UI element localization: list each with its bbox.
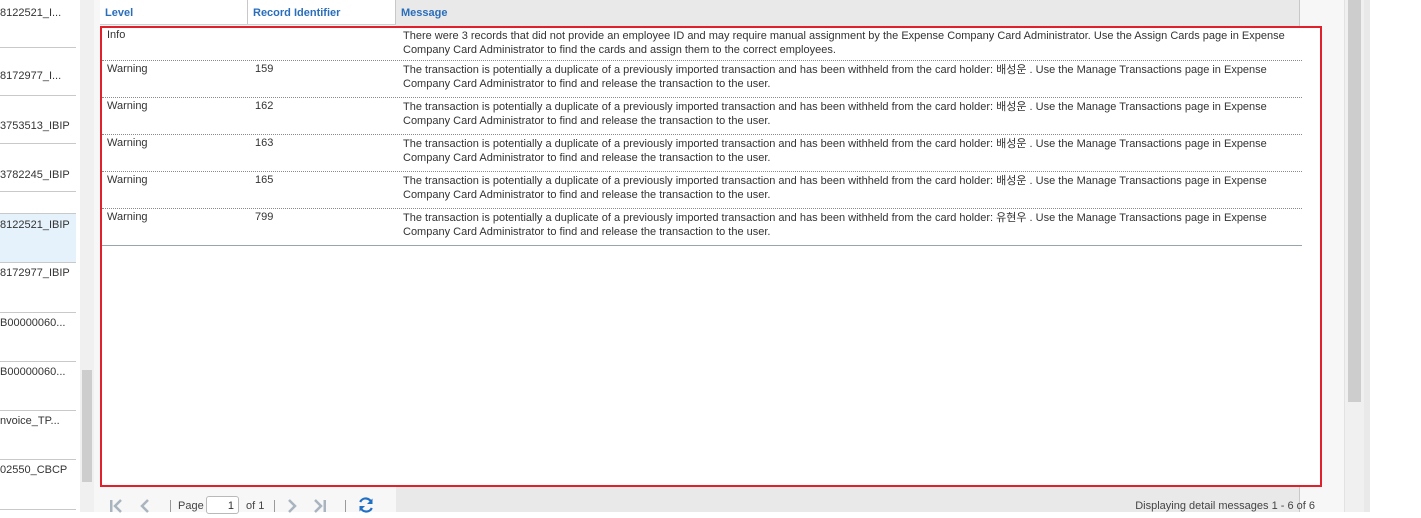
message-cell: The transaction is potentially a duplica… bbox=[403, 175, 1267, 201]
message-cell: The transaction is potentially a duplica… bbox=[403, 212, 1267, 238]
column-header-record-identifier[interactable]: Record Identifier bbox=[248, 0, 396, 24]
level-cell: Warning bbox=[107, 100, 148, 112]
file-list-item[interactable]: B00000060... bbox=[0, 313, 76, 362]
detail-messages-table: Info There were 3 records that did not p… bbox=[100, 26, 1322, 487]
column-header-label: Message bbox=[401, 7, 448, 19]
record-id-cell: 159 bbox=[255, 63, 274, 75]
page-of-label: of 1 bbox=[246, 500, 265, 512]
table-row[interactable]: Warning 799 The transaction is potential… bbox=[102, 209, 1302, 246]
file-list-item[interactable]: 8122521_I... bbox=[0, 0, 76, 48]
message-cell: There were 3 records that did not provid… bbox=[403, 30, 1285, 56]
toolbar-separator bbox=[345, 500, 346, 512]
refresh-icon[interactable] bbox=[357, 496, 375, 514]
file-list-item-label: 3782245_IBIP bbox=[0, 169, 70, 181]
record-id-cell: 162 bbox=[255, 100, 274, 112]
file-list-item[interactable]: nvoice_TP... bbox=[0, 411, 76, 460]
column-header-label: Record Identifier bbox=[253, 7, 341, 19]
file-list-item[interactable]: 8172977_IBIP bbox=[0, 263, 76, 313]
file-list-item-label: 3753513_IBIP bbox=[0, 120, 70, 132]
grid-header: Level Record Identifier Message bbox=[100, 0, 1300, 512]
page-number-input[interactable] bbox=[206, 496, 239, 514]
level-cell: Warning bbox=[107, 137, 148, 149]
file-list-scrollbar-thumb[interactable] bbox=[82, 370, 92, 482]
message-cell: The transaction is potentially a duplica… bbox=[403, 101, 1267, 127]
level-cell: Warning bbox=[107, 174, 148, 186]
level-cell: Warning bbox=[107, 63, 148, 75]
column-header-level[interactable]: Level bbox=[100, 0, 248, 24]
record-id-cell: 799 bbox=[255, 211, 274, 223]
file-list-item[interactable]: 02550_CBCP bbox=[0, 460, 76, 510]
toolbar-separator bbox=[170, 500, 171, 512]
table-row[interactable]: Warning 159 The transaction is potential… bbox=[102, 61, 1302, 98]
file-list-item[interactable]: 8172977_I... bbox=[0, 48, 76, 96]
table-row[interactable]: Info There were 3 records that did not p… bbox=[102, 28, 1302, 61]
prev-page-icon[interactable] bbox=[138, 498, 152, 518]
file-list-item-label: B00000060... bbox=[0, 317, 66, 329]
file-list: 8122521_I... 8172977_I... 3753513_IBIP 3… bbox=[0, 0, 76, 512]
file-list-item[interactable]: B00000060... bbox=[0, 362, 76, 411]
record-id-cell: 163 bbox=[255, 137, 274, 149]
file-list-item-label: 8172977_IBIP bbox=[0, 267, 70, 279]
paging-toolbar: Page of 1 Displaying detail messages 1 -… bbox=[100, 490, 1322, 514]
record-id-cell: 165 bbox=[255, 174, 274, 186]
message-cell: The transaction is potentially a duplica… bbox=[403, 138, 1267, 164]
file-list-item-label: 8122521_I... bbox=[0, 7, 62, 19]
next-page-icon[interactable] bbox=[285, 498, 299, 518]
panel-scrollbar-thumb[interactable] bbox=[1348, 0, 1361, 402]
table-row[interactable]: Warning 163 The transaction is potential… bbox=[102, 135, 1302, 172]
table-row[interactable]: Warning 165 The transaction is potential… bbox=[102, 172, 1302, 209]
column-header-label: Level bbox=[105, 7, 134, 19]
first-page-icon[interactable] bbox=[108, 498, 126, 518]
level-cell: Info bbox=[107, 29, 126, 41]
file-list-item[interactable]: 3753513_IBIP bbox=[0, 96, 76, 144]
file-list-item-label: 02550_CBCP bbox=[0, 464, 68, 476]
file-list-item-label: 8172977_I... bbox=[0, 70, 62, 82]
message-cell: The transaction is potentially a duplica… bbox=[403, 64, 1267, 90]
table-row[interactable]: Warning 162 The transaction is potential… bbox=[102, 98, 1302, 135]
display-info: Displaying detail messages 1 - 6 of 6 bbox=[1135, 500, 1315, 512]
page-label: Page bbox=[178, 500, 204, 512]
toolbar-separator bbox=[274, 500, 275, 512]
level-cell: Warning bbox=[107, 211, 148, 223]
file-list-item-selected[interactable]: 8122521_IBIP bbox=[0, 213, 76, 263]
file-list-item-label: 8122521_IBIP bbox=[0, 219, 70, 231]
last-page-icon[interactable] bbox=[310, 498, 328, 518]
file-list-item-label: B00000060... bbox=[0, 366, 66, 378]
window-edge bbox=[1364, 0, 1370, 512]
file-list-item[interactable]: 3782245_IBIP bbox=[0, 144, 76, 192]
file-list-item-label: nvoice_TP... bbox=[0, 415, 60, 427]
